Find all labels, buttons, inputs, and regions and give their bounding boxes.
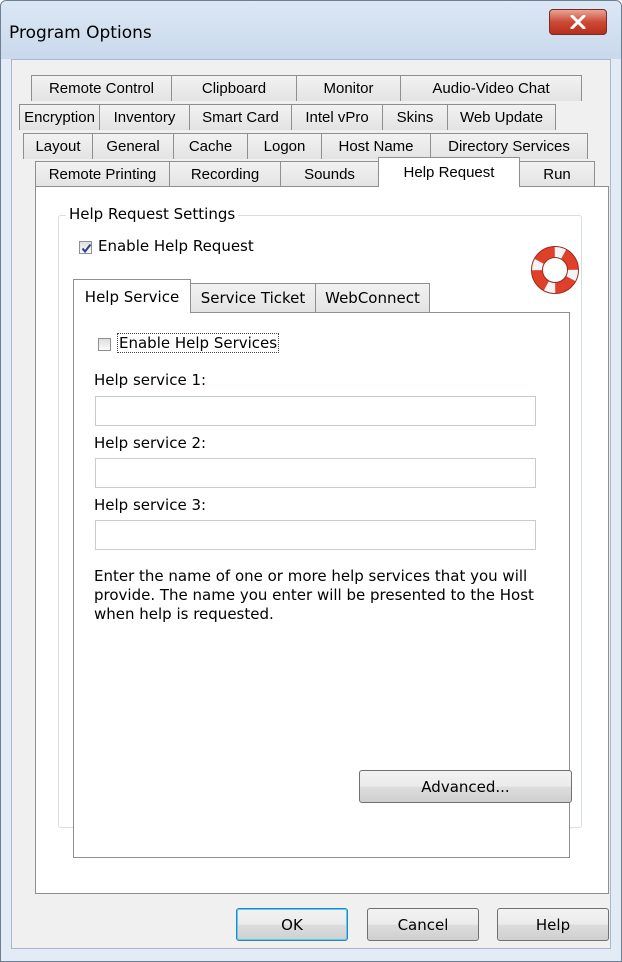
tab-cache[interactable]: Cache (173, 133, 248, 159)
tab-run[interactable]: Run (519, 161, 595, 187)
help-service-3-label: Help service 3: (94, 496, 207, 514)
help-service-2-label: Help service 2: (94, 434, 207, 452)
tab-layout[interactable]: Layout (23, 133, 93, 159)
enable-help-services-checkbox[interactable] (98, 338, 111, 351)
tab-recording[interactable]: Recording (169, 161, 281, 187)
tab-row-4: Remote Printing Recording Sounds Help Re… (35, 157, 595, 187)
help-service-1-label: Help service 1: (94, 371, 207, 389)
tab-smart-card[interactable]: Smart Card (189, 104, 292, 130)
enable-help-request-label[interactable]: Enable Help Request (98, 237, 254, 255)
tab-row-3: Layout General Cache Logon Host Name Dir… (23, 133, 588, 159)
tab-clipboard[interactable]: Clipboard (171, 75, 297, 101)
tab-remote-control[interactable]: Remote Control (31, 75, 172, 101)
tab-row-1: Remote Control Clipboard Monitor Audio-V… (31, 75, 582, 101)
tab-encryption[interactable]: Encryption (19, 104, 100, 130)
checkmark-icon (81, 243, 92, 254)
tab-inventory[interactable]: Inventory (99, 104, 190, 130)
close-button[interactable] (549, 9, 607, 35)
tab-skins[interactable]: Skins (382, 104, 448, 130)
ok-button[interactable]: OK (236, 908, 348, 941)
tab-row-2: Encryption Inventory Smart Card Intel vP… (19, 104, 556, 130)
enable-help-request-checkbox[interactable] (79, 241, 92, 254)
group-label: Help Request Settings (66, 205, 239, 223)
title-bar[interactable]: Program Options (1, 1, 621, 59)
help-service-1-input[interactable] (95, 396, 536, 426)
tab-host-name[interactable]: Host Name (321, 133, 431, 159)
tab-sounds[interactable]: Sounds (280, 161, 379, 187)
help-service-3-input[interactable] (95, 520, 536, 550)
tab-remote-printing[interactable]: Remote Printing (35, 161, 170, 187)
enable-help-services-label[interactable]: Enable Help Services (116, 333, 280, 353)
tab-web-update[interactable]: Web Update (447, 104, 556, 130)
help-service-2-input[interactable] (95, 458, 536, 488)
help-services-description: Enter the name of one or more help servi… (94, 567, 534, 623)
window-title: Program Options (9, 23, 152, 43)
tab-directory-services[interactable]: Directory Services (430, 133, 588, 159)
help-button[interactable]: Help (497, 908, 609, 941)
tab-monitor[interactable]: Monitor (296, 75, 401, 101)
lifebuoy-icon (531, 246, 579, 294)
tab-service-ticket[interactable]: Service Ticket (190, 283, 316, 312)
tab-help-request[interactable]: Help Request (378, 157, 520, 187)
cancel-button[interactable]: Cancel (367, 908, 479, 941)
tab-logon[interactable]: Logon (247, 133, 322, 159)
tab-audio-video-chat[interactable]: Audio-Video Chat (400, 75, 582, 101)
tab-general[interactable]: General (92, 133, 174, 159)
tab-intel-vpro[interactable]: Intel vPro (291, 104, 383, 130)
tab-help-service[interactable]: Help Service (73, 279, 191, 313)
close-icon (570, 15, 586, 29)
tab-webconnect[interactable]: WebConnect (315, 283, 430, 312)
program-options-window: Program Options Remote Control Clipboard… (0, 0, 622, 962)
advanced-button[interactable]: Advanced... (359, 770, 572, 803)
